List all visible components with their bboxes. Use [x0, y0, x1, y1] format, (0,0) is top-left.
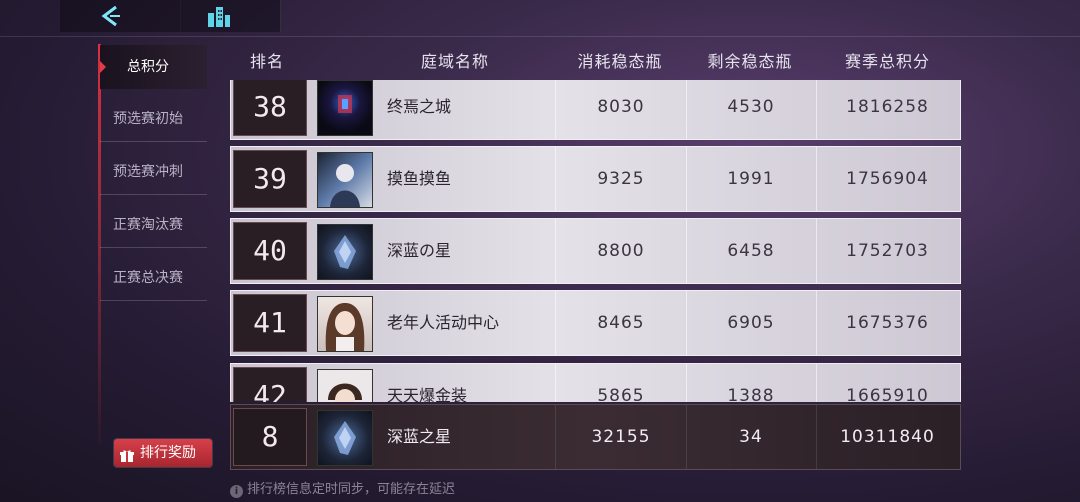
table-row[interactable]: 38 终焉之城 8030 4530 1816258	[230, 80, 961, 140]
rank-number: 42	[233, 367, 307, 402]
rank-number: 38	[233, 80, 307, 136]
table-row[interactable]: 39 摸鱼摸鱼 9325 1991 1756904	[230, 146, 961, 212]
my-ranking-row[interactable]: 8 深蓝之星 32155 34 10311840	[230, 404, 961, 470]
sync-notice-text: 排行榜信息定时同步，可能存在延迟	[247, 482, 456, 497]
remaining-bottles: 1388	[686, 364, 817, 402]
sidebar-item-main-elimination[interactable]: 正赛淘汰赛	[100, 203, 207, 248]
dark-neon-avatar	[317, 80, 373, 136]
blue-haired-girl-avatar	[317, 152, 373, 208]
gift-icon	[120, 445, 134, 462]
domain-name: 深蓝之星	[387, 405, 556, 469]
remaining-bottles: 1991	[686, 147, 817, 211]
ranking-reward-label: 排行奖励	[140, 445, 196, 461]
domain-name: 摸鱼摸鱼	[387, 147, 556, 211]
chevron-left-icon[interactable]	[96, 4, 124, 28]
rank-number: 8	[233, 408, 307, 466]
table-row[interactable]: 40 深蓝の星 8800 6458 1752703	[230, 218, 961, 284]
used-bottles: 8465	[556, 291, 687, 355]
sidebar-item-total-score[interactable]: 总积分	[100, 45, 207, 89]
sidebar-item-prelim-initial[interactable]: 预选赛初始	[100, 97, 207, 142]
domain-name: 天天爆金装	[387, 364, 556, 402]
table-row[interactable]: 41 老年人活动中心 8465 6905 1675376	[230, 290, 961, 356]
top-bar	[0, 0, 1080, 37]
table-row[interactable]: 42 天天爆金装 5865 1388 1665910	[230, 363, 961, 402]
city-icon[interactable]	[206, 3, 232, 29]
used-bottles: 8030	[556, 80, 687, 139]
table-header: 排名 庭域名称 消耗稳态瓶 剩余稳态瓶 赛季总积分	[230, 44, 960, 72]
brown-haired-girl-avatar	[317, 296, 373, 352]
anime-boy-avatar	[317, 369, 373, 402]
season-score: 1756904	[846, 169, 929, 189]
ranking-reward-button[interactable]: 排行奖励	[114, 439, 212, 467]
domain-name: 老年人活动中心	[387, 291, 556, 355]
ranking-list[interactable]: 38 终焉之城 8030 4530 1816258 39 摸鱼摸鱼 9325 1…	[230, 80, 961, 402]
header-domain-name: 庭域名称	[420, 52, 489, 71]
used-bottles: 8800	[556, 219, 687, 283]
header-rank: 排名	[249, 52, 284, 71]
sidebar-item-main-finals[interactable]: 正赛总决赛	[100, 256, 207, 301]
domain-name: 终焉之城	[387, 80, 556, 139]
remaining-bottles: 4530	[686, 80, 817, 139]
blue-crystal-avatar	[317, 410, 373, 466]
sidebar-item-prelim-sprint[interactable]: 预选赛冲刺	[100, 150, 207, 195]
season-score: 1816258	[846, 97, 929, 117]
season-score: 10311840	[840, 427, 935, 447]
sync-notice: i 排行榜信息定时同步，可能存在延迟	[230, 478, 455, 498]
season-score: 1675376	[846, 313, 929, 333]
sidebar: 总积分 预选赛初始 预选赛冲刺 正赛淘汰赛 正赛总决赛	[100, 45, 207, 309]
header-remaining-bottles: 剩余稳态瓶	[707, 52, 793, 71]
used-bottles: 5865	[556, 364, 687, 402]
rank-number: 40	[233, 222, 307, 280]
header-season-score: 赛季总积分	[844, 52, 930, 71]
remaining-bottles: 34	[686, 405, 817, 469]
remaining-bottles: 6458	[686, 219, 817, 283]
remaining-bottles: 6905	[686, 291, 817, 355]
rank-number: 41	[233, 294, 307, 352]
rank-number: 39	[233, 150, 307, 208]
blue-crystal-avatar	[317, 224, 373, 280]
season-score: 1752703	[846, 241, 929, 261]
season-score: 1665910	[846, 386, 929, 402]
info-icon: i	[230, 485, 243, 498]
header-used-bottles: 消耗稳态瓶	[577, 52, 663, 71]
used-bottles: 9325	[556, 147, 687, 211]
used-bottles: 32155	[556, 405, 687, 469]
domain-name: 深蓝の星	[387, 219, 556, 283]
